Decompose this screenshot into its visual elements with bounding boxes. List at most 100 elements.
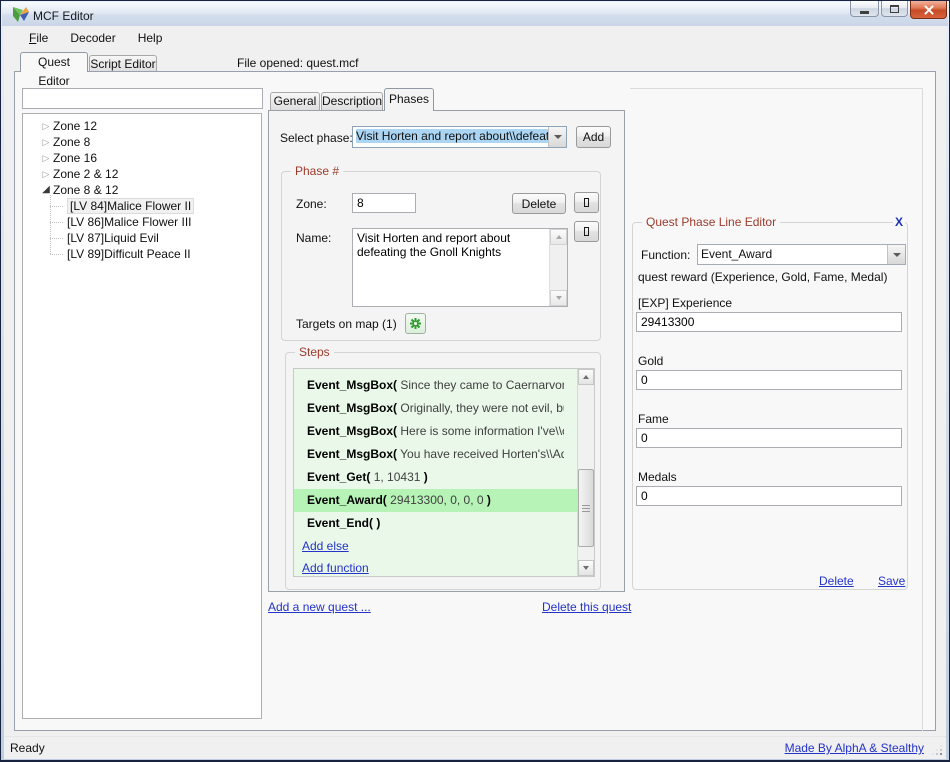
scroll-down-button[interactable] — [550, 290, 567, 306]
search-input[interactable] — [22, 88, 263, 109]
gold-input[interactable] — [636, 370, 902, 390]
quest-tree: ▷Zone 12 ▷Zone 8 ▷Zone 16 ▷Zone 2 & 12 ◢… — [22, 113, 262, 719]
steps-scrollbar[interactable] — [577, 369, 594, 576]
fame-input[interactable] — [636, 428, 902, 448]
name-scrollbar[interactable] — [549, 229, 567, 306]
chevron-collapsed-icon[interactable]: ▷ — [39, 166, 53, 182]
delete-this-quest-link[interactable]: Delete this quest — [542, 600, 631, 614]
tree-quest-item[interactable]: [LV 86]Malice Flower III — [23, 214, 261, 230]
phase-select-value: Visit Horten and report about\\defeating — [353, 127, 548, 147]
line-save-link[interactable]: Save — [878, 574, 905, 588]
menu-help[interactable]: Help — [127, 28, 174, 48]
window-title: MCF Editor — [33, 9, 94, 23]
scroll-up-button[interactable] — [550, 229, 567, 245]
tab-script-editor[interactable]: Script Editor — [89, 55, 157, 71]
function-description: quest reward (Experience, Gold, Fame, Me… — [638, 270, 887, 284]
move-up-icon — [584, 198, 589, 207]
scroll-down-button[interactable] — [578, 560, 594, 576]
menu-bar: File Decoder Help — [4, 27, 946, 48]
credits-link[interactable]: Made By AlphA & Stealthy — [785, 741, 924, 755]
phase-select-combobox[interactable]: Visit Horten and report about\\defeating — [352, 126, 567, 148]
close-editor-icon[interactable]: X — [893, 215, 905, 229]
minimize-button[interactable] — [850, 1, 879, 17]
exp-label: [EXP] Experience — [638, 296, 732, 310]
step-row[interactable]: Event_MsgBox( You have received Horten's… — [294, 443, 564, 466]
tree-node-label[interactable]: Zone 16 — [53, 150, 97, 166]
line-editor-title: Quest Phase Line Editor — [642, 215, 780, 229]
tree-quest-item[interactable]: [LV 89]Difficult Peace II — [23, 246, 261, 262]
scroll-up-button[interactable] — [578, 369, 594, 385]
function-dropdown-button[interactable] — [887, 245, 905, 264]
tree-node-zone-8-12[interactable]: ◢Zone 8 & 12 — [23, 182, 261, 198]
add-function-link[interactable]: Add function — [302, 561, 369, 575]
close-icon — [924, 5, 934, 15]
add-phase-button[interactable]: Add — [576, 126, 611, 148]
tree-node-label[interactable]: Zone 12 — [53, 118, 97, 134]
tree-quest-label[interactable]: [LV 89]Difficult Peace II — [67, 247, 191, 261]
tree-node-zone-12[interactable]: ▷Zone 12 — [23, 118, 261, 134]
add-new-quest-link[interactable]: Add a new quest ... — [268, 600, 371, 614]
chevron-collapsed-icon[interactable]: ▷ — [39, 150, 53, 166]
medals-input[interactable] — [636, 486, 902, 506]
steps-groupbox: Steps Event_MsgBox( Since they came to C… — [285, 352, 601, 590]
gold-label: Gold — [638, 354, 663, 368]
step-row[interactable]: Event_MsgBox( Since they came to Caernar… — [294, 374, 564, 397]
tab-description[interactable]: Description — [321, 92, 383, 110]
tree-node-label[interactable]: Zone 8 — [53, 134, 90, 150]
tab-quest-editor[interactable]: Quest Editor — [20, 52, 88, 72]
move-up-button[interactable] — [574, 192, 599, 213]
step-row[interactable]: Event_MsgBox( Here is some information I… — [294, 420, 564, 443]
tree-node-label[interactable]: Zone 2 & 12 — [53, 166, 118, 182]
tree-node-zone-8[interactable]: ▷Zone 8 — [23, 134, 261, 150]
zone-input[interactable] — [352, 193, 416, 213]
function-combobox[interactable]: Event_Award — [697, 244, 906, 265]
chevron-collapsed-icon[interactable]: ▷ — [39, 118, 53, 134]
phase-name-field[interactable]: Visit Horten and report about defeating … — [352, 228, 568, 307]
line-editor-groupbox: Quest Phase Line Editor X Function: Even… — [632, 222, 908, 590]
phase-name-textarea[interactable]: Visit Horten and report about defeating … — [354, 230, 549, 304]
menu-file[interactable]: File — [18, 28, 59, 48]
tab-general[interactable]: General — [270, 92, 320, 110]
close-button[interactable] — [910, 1, 947, 19]
tree-quest-item[interactable]: [LV 87]Liquid Evil — [23, 230, 261, 246]
status-bar: Ready Made By AlphA & Stealthy — [4, 736, 946, 759]
step-row[interactable]: Event_End( ) — [294, 512, 564, 535]
maximize-button[interactable] — [881, 1, 908, 17]
step-row[interactable]: Event_Get( 1, 10431 ) — [294, 466, 564, 489]
maximize-icon — [890, 5, 899, 13]
fame-label: Fame — [638, 412, 669, 426]
zone-label: Zone: — [296, 197, 327, 211]
add-else-link[interactable]: Add else — [302, 539, 349, 553]
exp-input[interactable] — [636, 312, 902, 332]
menu-decoder[interactable]: Decoder — [59, 28, 126, 48]
tab-phases[interactable]: Phases — [384, 88, 434, 111]
phase-select-dropdown-button[interactable] — [548, 127, 566, 147]
targets-on-map-label: Targets on map (1) — [296, 317, 397, 331]
tree-node-label[interactable]: Zone 8 & 12 — [53, 182, 118, 198]
tree-node-zone-2-12[interactable]: ▷Zone 2 & 12 — [23, 166, 261, 182]
tree-node-zone-16[interactable]: ▷Zone 16 — [23, 150, 261, 166]
delete-quest-row: Delete this quest — [542, 600, 631, 614]
step-row-selected[interactable]: Event_Award( 29413300, 0, 0, 0 ) — [294, 489, 579, 512]
arrow-up-icon — [583, 375, 589, 379]
resize-grip[interactable] — [940, 753, 942, 755]
arrow-down-icon — [556, 296, 562, 300]
line-delete-link[interactable]: Delete — [819, 574, 854, 588]
chevron-collapsed-icon[interactable]: ▷ — [39, 134, 53, 150]
chevron-down-icon — [554, 135, 562, 139]
tree-quest-label-selected[interactable]: [LV 84]Malice Flower II — [67, 198, 194, 214]
title-bar[interactable]: MCF Editor — [2, 2, 948, 26]
move-down-button[interactable] — [574, 221, 599, 242]
targets-on-map-button[interactable] — [405, 313, 426, 334]
function-label: Function: — [641, 248, 690, 262]
move-down-icon — [584, 227, 589, 236]
delete-phase-button[interactable]: Delete — [512, 193, 566, 214]
tree-quest-label[interactable]: [LV 86]Malice Flower III — [67, 215, 192, 229]
step-row[interactable]: Event_MsgBox( Originally, they were not … — [294, 397, 564, 420]
panel-top-divider — [630, 88, 923, 89]
scrollbar-thumb[interactable] — [578, 469, 594, 547]
phase-group-title: Phase # — [291, 164, 343, 178]
tree-quest-item[interactable]: [LV 84]Malice Flower II — [23, 198, 261, 214]
tree-quest-label[interactable]: [LV 87]Liquid Evil — [67, 231, 159, 245]
arrow-up-icon — [556, 235, 562, 239]
